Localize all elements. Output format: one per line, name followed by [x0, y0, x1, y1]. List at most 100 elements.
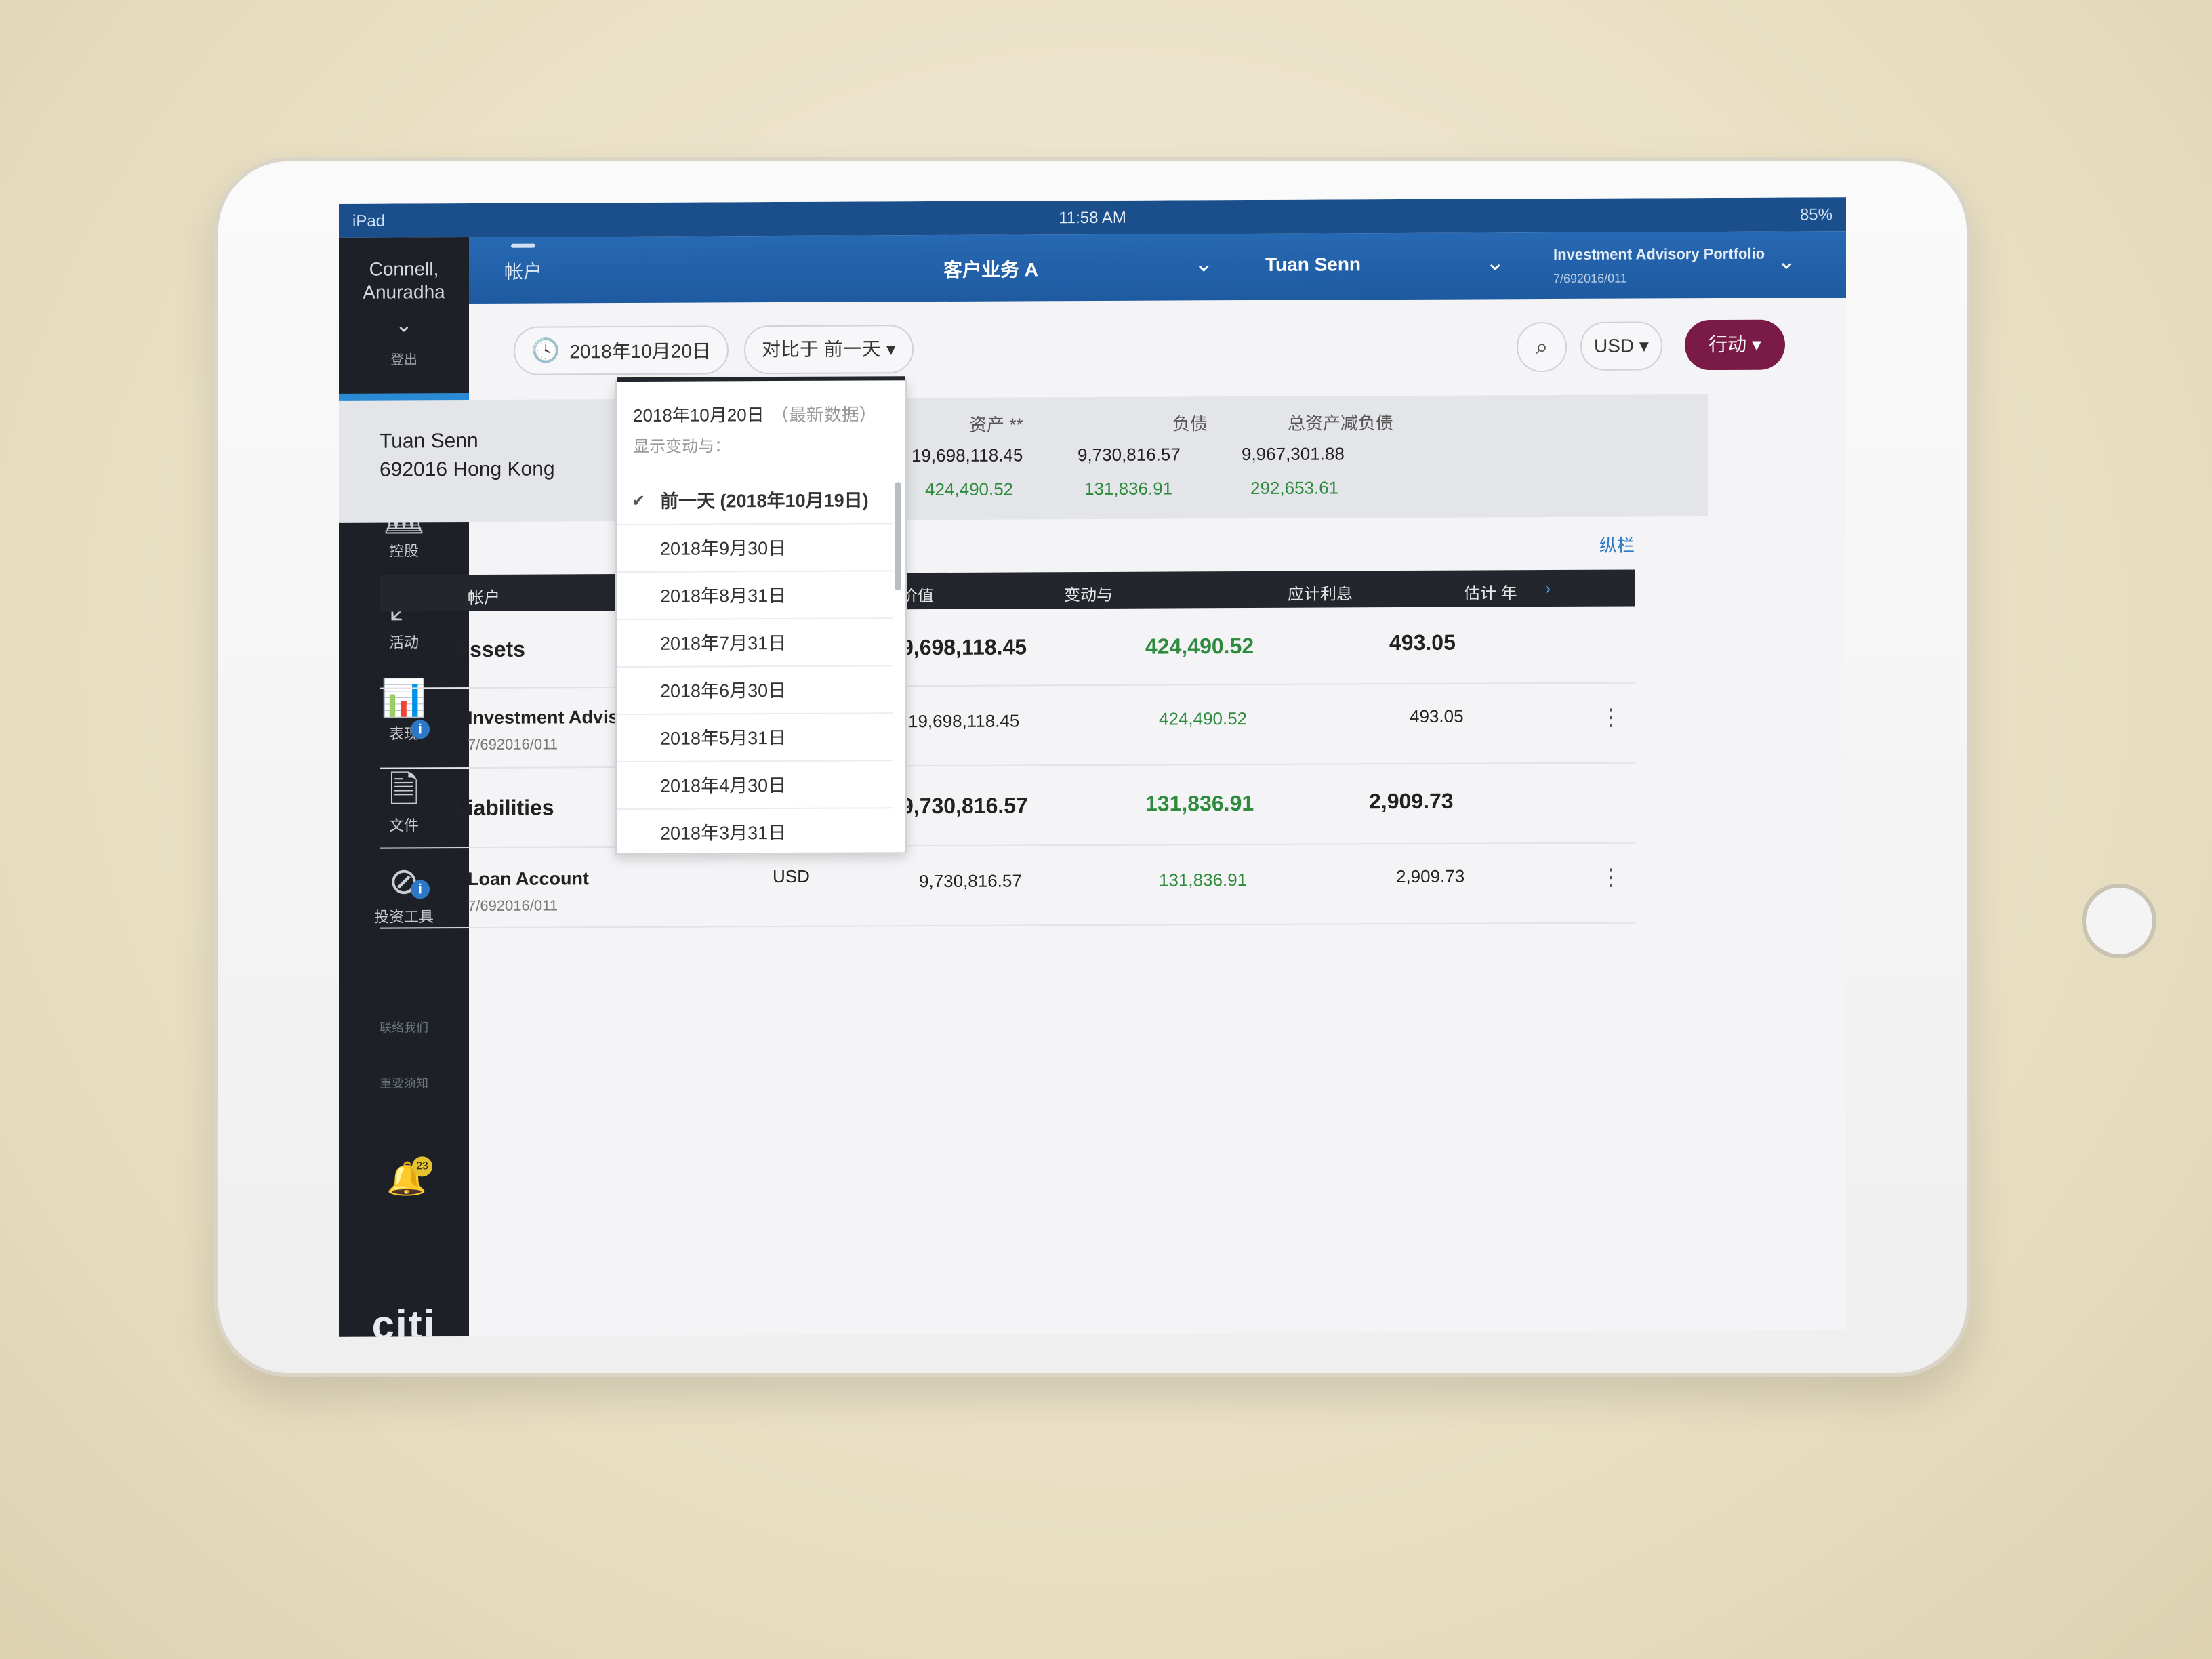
compare-dropdown-button[interactable]: 对比于 前一天 ▾ [744, 325, 914, 375]
account-number: 7/692016/011 [468, 735, 558, 754]
chevron-down-icon[interactable]: ⌄ [1486, 249, 1505, 276]
row-change: 131,836.91 [1159, 869, 1248, 890]
portfolio-number: 7/692016/011 [1553, 271, 1627, 286]
latest-note: （最新数据） [771, 404, 877, 426]
contact-us-link[interactable]: 联络我们 [339, 1018, 469, 1036]
assets-value: 19,698,118.45 [912, 445, 1023, 466]
table-row[interactable]: ⌄ Assets 9,698,118.45 424,490.52 493.05 [380, 607, 1635, 689]
column-account[interactable]: 帐户 [468, 584, 500, 608]
row-accrued: 2,909.73 [1396, 865, 1465, 887]
info-icon[interactable]: i [411, 720, 430, 739]
columns-link[interactable]: 纵栏 [1599, 532, 1635, 557]
row-change: 424,490.52 [1145, 633, 1254, 659]
more-options-icon[interactable]: ⋮ [1599, 704, 1622, 731]
drag-handle[interactable] [511, 243, 535, 248]
liabilities-value: 9,730,816.57 [1078, 444, 1181, 466]
option-label: 2018年5月31日 [660, 727, 787, 749]
net-change: 292,653.61 [1250, 477, 1339, 498]
currency-select[interactable]: USD ▾ [1580, 321, 1662, 371]
account-name[interactable]: Investment Advis [468, 707, 619, 729]
user-menu[interactable]: Connell, Anuradha [339, 258, 469, 304]
option-label: 前一天 (2018年10月19日) [660, 490, 869, 512]
chevron-down-icon[interactable]: ⌄ [407, 634, 425, 660]
info-icon[interactable]: i [411, 880, 430, 899]
group-name: Liabilities [454, 795, 554, 821]
row-accrued: 493.05 [1389, 630, 1456, 655]
client-location: 692016 Hong Kong [380, 457, 555, 481]
assets-change: 424,490.52 [925, 478, 1014, 500]
group-name: Assets [454, 636, 525, 662]
compare-label: 对比于 前一天 [762, 338, 881, 361]
compare-option[interactable]: 2018年8月31日 [617, 571, 893, 621]
column-accrued-interest[interactable]: 应计利息 [1288, 580, 1353, 604]
client-info: Tuan Senn 692016 Hong Kong [380, 426, 555, 484]
dropdown-subheader: 显示变动与： [633, 437, 731, 456]
nav-label: 控股 [388, 542, 419, 560]
home-button[interactable] [2082, 884, 2156, 958]
row-accrued: 2,909.73 [1369, 788, 1454, 814]
column-change[interactable]: 变动与 [1064, 581, 1113, 605]
row-currency: USD [773, 865, 810, 887]
option-label: 2018年7月31日 [660, 632, 787, 654]
dropdown-header: 2018年10月20日 （最新数据） [633, 401, 877, 427]
table-row[interactable]: i Investment Advis 7/692016/011 19,698,1… [380, 683, 1635, 769]
action-button[interactable]: 行动 ▾ [1685, 319, 1785, 371]
net-value: 9,967,301.88 [1242, 443, 1345, 465]
account-tab[interactable]: 帐户 [504, 258, 542, 285]
compare-option[interactable]: 2018年5月31日 [617, 714, 893, 763]
compare-option[interactable]: 2018年9月30日 [617, 524, 893, 573]
caret-down-icon: ▾ [1639, 335, 1649, 356]
row-change: 131,836.91 [1145, 790, 1254, 816]
important-notice-link[interactable]: 重要须知 [339, 1073, 469, 1092]
compare-date-dropdown: 2018年10月20日 （最新数据） 显示变动与： ✔ 前一天 (2018年10月1… [615, 379, 907, 855]
account-name[interactable]: Loan Account [468, 868, 589, 890]
search-icon: ⌕ [1535, 334, 1549, 361]
logout-link[interactable]: 登出 [339, 348, 469, 369]
net-header: 总资产减负债 [1288, 413, 1394, 434]
table-row[interactable]: ⌄ Liabilities 9,730,816.57 131,836.91 2,… [380, 763, 1635, 849]
compare-option[interactable]: 2018年7月31日 [617, 619, 893, 668]
compare-option[interactable]: 2018年6月30日 [617, 666, 893, 716]
citi-logo: citi [371, 1302, 436, 1337]
client-name: Tuan Senn [380, 429, 478, 453]
compare-option[interactable]: 2018年4月30日 [617, 761, 893, 811]
app-screen: iPad 11:58 AM 85% Connell, Anuradha ⌄ 登出… [339, 197, 1846, 1337]
user-name-line1: Connell, [369, 258, 439, 280]
clock-time: 11:58 AM [1059, 208, 1126, 228]
dropdown-scrollbar[interactable] [895, 482, 901, 591]
liabilities-change: 131,836.91 [1084, 478, 1173, 499]
chevron-down-icon[interactable]: ⌄ [339, 313, 469, 337]
search-button[interactable]: ⌕ [1517, 321, 1567, 373]
option-label: 2018年8月31日 [660, 585, 787, 607]
notification-badge: 23 [412, 1156, 432, 1177]
option-label: 2018年4月30日 [660, 775, 787, 796]
chevron-down-icon[interactable]: ⌄ [1194, 250, 1214, 277]
compare-option[interactable]: 2018年3月31日 [617, 808, 893, 855]
compare-option-previous-day[interactable]: ✔ 前一天 (2018年10月19日) [617, 476, 893, 526]
portfolio-select[interactable]: Investment Advisory Portfolio [1553, 245, 1765, 264]
device-label: iPad [352, 211, 386, 230]
column-estimated[interactable]: 估计 年 [1464, 579, 1517, 603]
chevron-down-icon[interactable]: ⌄ [1777, 247, 1797, 274]
chevron-right-icon[interactable]: › [1545, 579, 1551, 598]
account-summary: Tuan Senn 692016 Hong Kong 资产 ** 负债 总资产减… [339, 394, 1708, 523]
row-value: 19,698,118.45 [908, 710, 1020, 732]
currency-label: USD [1594, 335, 1635, 356]
latest-date: 2018年10月20日 [633, 405, 764, 426]
checkmark-icon: ✔ [632, 491, 646, 510]
business-select[interactable]: 客户业务 A [943, 255, 1038, 283]
option-label: 2018年6月30日 [660, 680, 787, 701]
action-label: 行动 [1708, 333, 1747, 356]
row-value: 9,730,816.57 [919, 870, 1022, 892]
row-accrued: 493.05 [1410, 705, 1464, 726]
client-select[interactable]: Tuan Senn [1265, 253, 1361, 276]
caret-down-icon: ▾ [886, 338, 896, 360]
row-value: 9,698,118.45 [901, 634, 1027, 660]
row-value: 9,730,816.57 [901, 793, 1028, 819]
table-row[interactable]: i Loan Account 7/692016/011 USD 9,730,81… [380, 843, 1635, 929]
user-name-line2: Anuradha [363, 281, 445, 303]
more-options-icon[interactable]: ⋮ [1599, 864, 1622, 891]
table-header: 帐户 价值 变动与 应计利息 估计 年 › [380, 569, 1635, 612]
chevron-down-icon[interactable]: ⌄ [407, 793, 425, 819]
date-picker-button[interactable]: 🕓 2018年10月20日 [514, 325, 729, 375]
